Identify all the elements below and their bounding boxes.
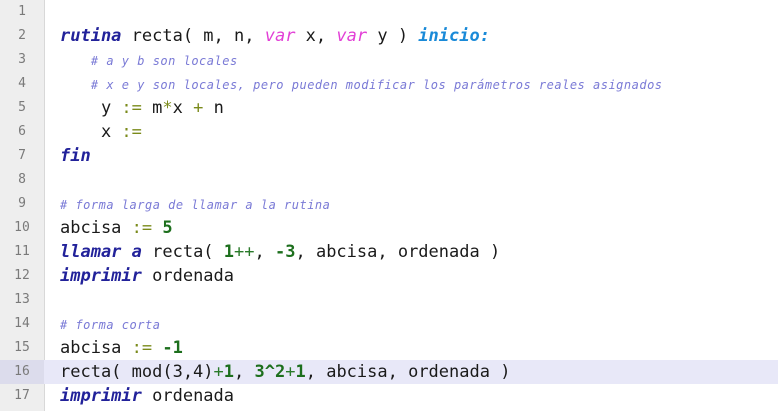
code-line[interactable]: 3 # a y b son locales [0,48,778,72]
code-token: imprimir [60,266,142,286]
code-token: llamar a [60,242,142,262]
code-token: , abcisa, ordenada ) [295,242,501,262]
code-token: , [254,242,275,262]
code-token: x [172,98,194,118]
code-line[interactable]: 14 # forma corta [0,312,778,336]
line-number: 7 [18,148,26,163]
code-token: , [234,362,255,382]
line-code[interactable]: rutina recta( m, n, var x, var y ) inici… [60,24,778,48]
line-code[interactable]: llamar a recta( 1++, -3, abcisa, ordenad… [60,240,778,264]
code-line[interactable]: 10 abcisa := 5 [0,216,778,240]
code-token: -1 [162,338,183,358]
code-token: x, [295,26,337,46]
code-token: rutina [60,26,122,46]
line-code[interactable]: # forma corta [60,312,778,337]
code-lines[interactable]: 1 2 rutina recta( m, n, var x, var y ) ini… [0,0,778,408]
code-line[interactable]: 6 x := [0,120,778,144]
code-token: abcisa [60,218,132,238]
line-number: 3 [18,52,26,67]
code-line[interactable]: 8 [0,168,778,192]
code-token: 5 [162,218,173,238]
code-token: fin [60,146,91,166]
line-number: 9 [18,196,26,211]
line-number: 15 [14,340,30,355]
code-token: m [141,98,163,118]
line-code[interactable]: # x e y son locales, pero pueden modific… [60,72,778,97]
code-token: + [285,362,296,382]
code-token: var [264,26,296,46]
line-number: 14 [14,316,30,331]
code-token: + [193,98,204,118]
line-number: 12 [14,268,30,283]
line-code[interactable]: imprimir ordenada [60,264,778,288]
code-token: ordenada [141,266,235,286]
line-number: 10 [14,220,30,235]
code-token: := [131,218,153,238]
line-number: 13 [14,292,30,307]
line-number: 17 [14,388,30,403]
code-token: imprimir [60,386,142,406]
line-code[interactable]: imprimir ordenada [60,384,778,408]
code-token: recta( m, n, [121,26,265,46]
line-code[interactable]: y := m*x + n [60,96,778,120]
code-token: := [121,98,142,118]
code-token: recta( mod(3,4) [60,362,214,382]
line-number: 8 [18,172,26,187]
code-token: 1 [223,242,235,262]
code-token: ordenada [141,386,235,406]
code-line-current[interactable]: 16 recta( mod(3,4)+1, 3^2+1, abcisa, orde… [0,360,778,384]
code-token: 1 [223,362,235,382]
code-line[interactable]: 17 imprimir ordenada [0,384,778,408]
code-line[interactable]: 7 fin [0,144,778,168]
code-token: ++ [234,242,255,262]
code-token: y [60,98,122,118]
code-line[interactable]: 4 # x e y son locales, pero pueden modif… [0,72,778,96]
code-editor[interactable]: 1 2 rutina recta( m, n, var x, var y ) ini… [0,0,778,411]
line-number: 6 [18,124,26,139]
line-number: 16 [0,360,44,384]
code-token: recta( [141,242,224,262]
code-line[interactable]: 9 # forma larga de llamar a la rutina [0,192,778,216]
code-line[interactable]: 15 abcisa := -1 [0,336,778,360]
code-token: # forma corta [60,318,161,332]
code-token: := [121,122,142,142]
code-line[interactable]: 11 llamar a recta( 1++, -3, abcisa, orden… [0,240,778,264]
code-line[interactable]: 13 [0,288,778,312]
code-token: 3^2 [254,362,286,382]
code-token: , abcisa, ordenada ) [305,362,511,382]
line-number: 1 [18,4,26,19]
code-token: 1 [295,362,306,382]
code-token: n [203,98,224,118]
code-line[interactable]: 2 rutina recta( m, n, var x, var y ) inic… [0,24,778,48]
line-code[interactable]: abcisa := -1 [60,336,778,360]
code-token: # x e y son locales, pero pueden modific… [60,78,663,92]
line-number: 11 [14,244,30,259]
code-token: # a y b son locales [60,54,238,68]
code-token: inicio: [418,26,490,46]
line-number: 5 [18,100,26,115]
code-token: -3 [275,242,296,262]
code-line[interactable]: 1 [0,0,778,24]
line-code[interactable]: # forma larga de llamar a la rutina [60,192,778,217]
code-token: + [213,362,224,382]
line-code[interactable]: # a y b son locales [60,48,778,73]
line-number: 2 [18,28,26,43]
code-token: := [131,338,153,358]
line-code[interactable]: fin [60,144,778,168]
code-token: * [162,98,173,118]
line-code[interactable]: x := [60,120,778,144]
code-token: # forma larga de llamar a la rutina [60,198,331,212]
code-token: abcisa [60,338,132,358]
code-token: y ) [367,26,419,46]
code-token: x [60,122,122,142]
code-line[interactable]: 12 imprimir ordenada [0,264,778,288]
line-code[interactable]: abcisa := 5 [60,216,778,240]
line-number: 4 [18,76,26,91]
code-line[interactable]: 5 y := m*x + n [0,96,778,120]
line-code[interactable]: recta( mod(3,4)+1, 3^2+1, abcisa, ordena… [60,360,778,384]
code-token: var [336,26,368,46]
